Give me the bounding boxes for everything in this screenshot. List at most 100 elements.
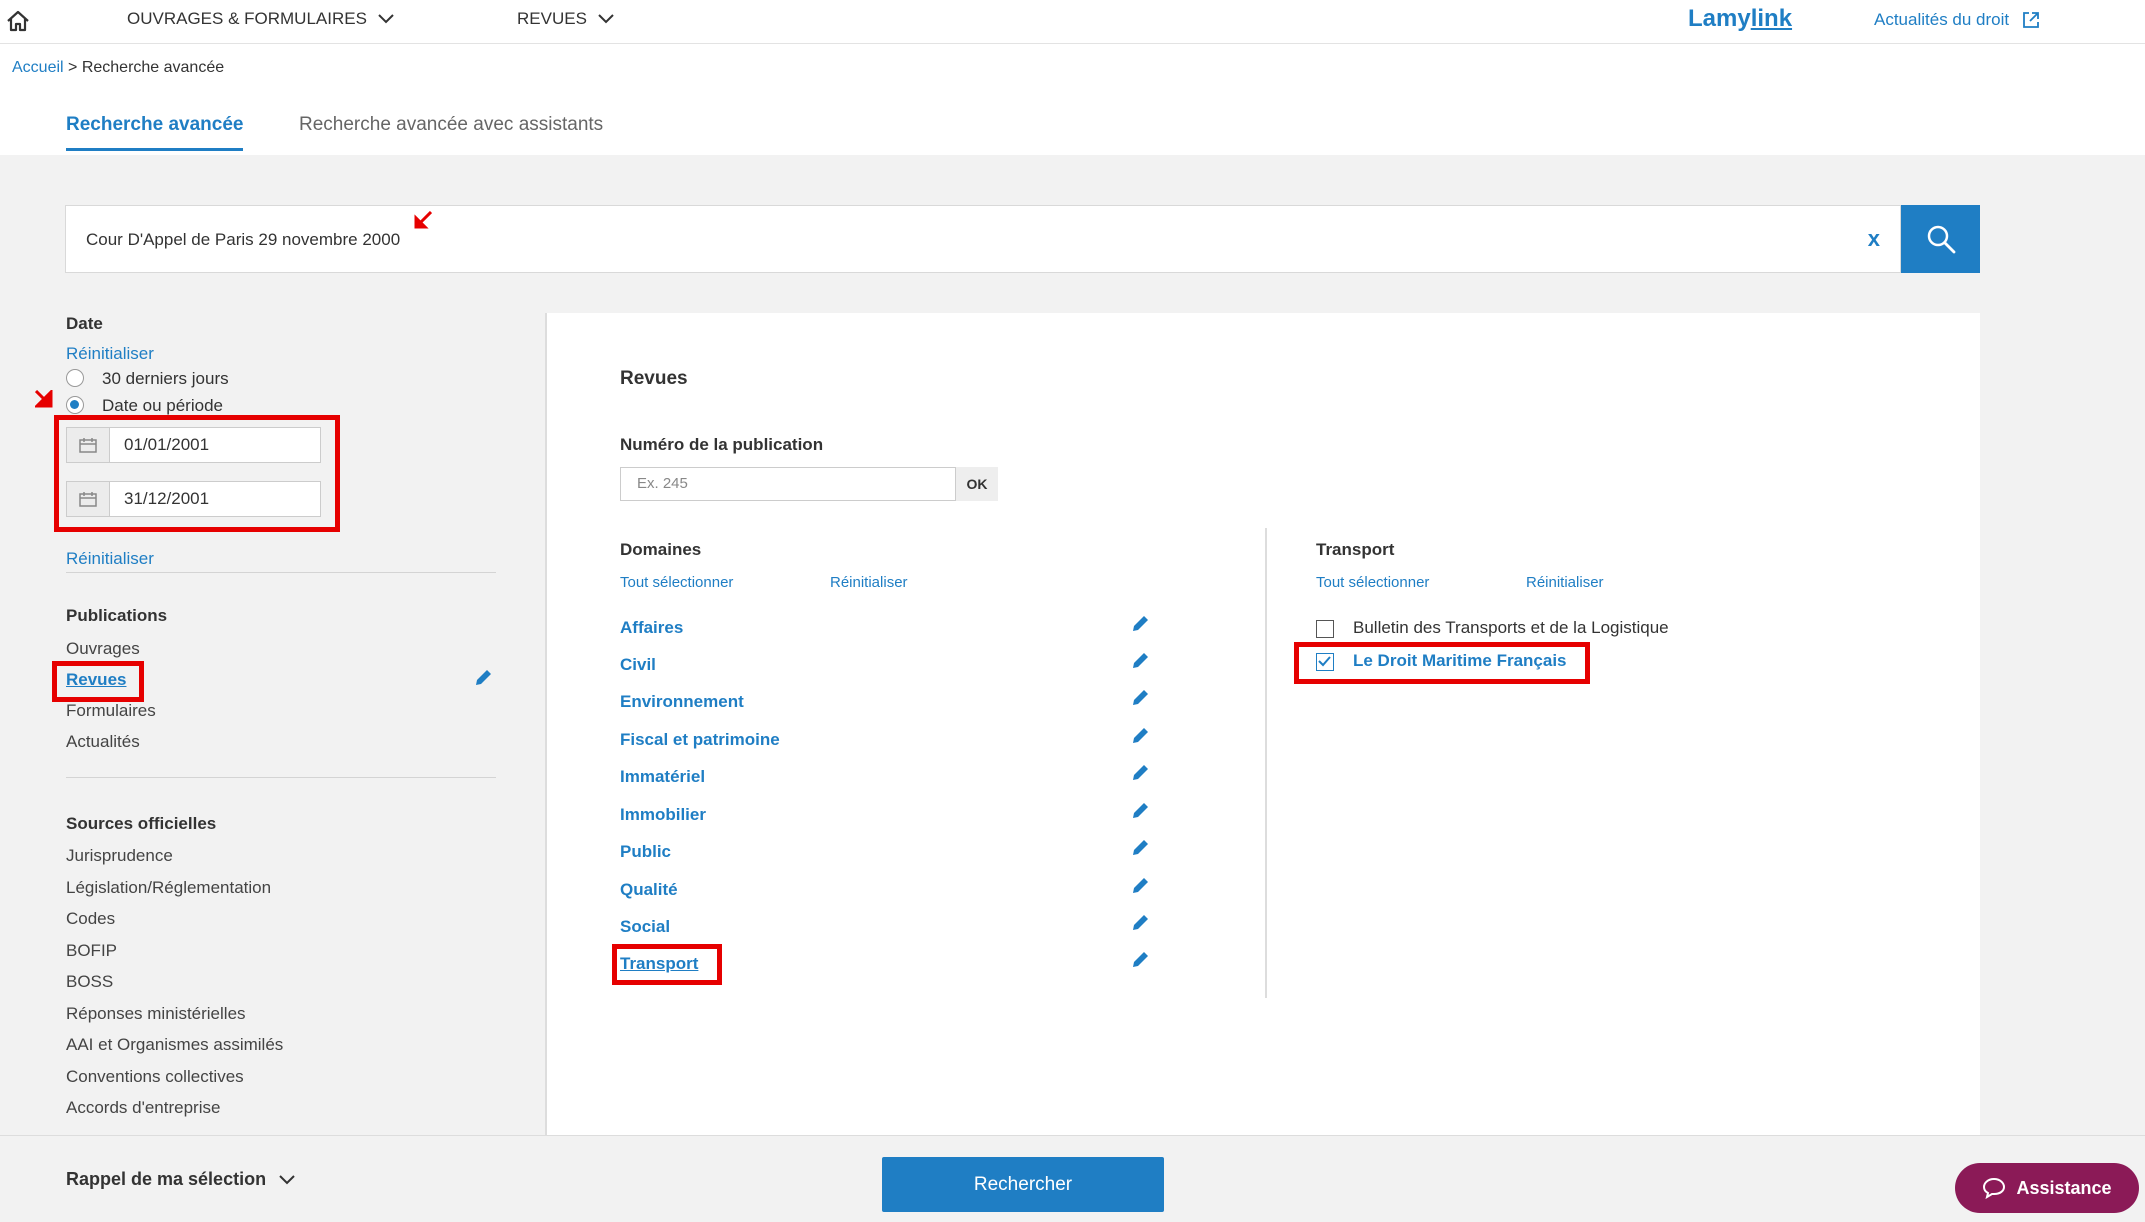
top-navigation: OUVRAGES & FORMULAIRES REVUES Lamylink A… [0, 0, 2145, 44]
source-accords-entreprise[interactable]: Accords d'entreprise [66, 1098, 220, 1118]
pub-number-input[interactable]: Ex. 245 [620, 467, 956, 501]
transport-select-all[interactable]: Tout sélectionner [1316, 574, 1429, 591]
domain-fiscal[interactable]: Fiscal et patrimoine [620, 730, 780, 750]
pencil-icon[interactable] [1129, 800, 1151, 822]
actualites-du-droit-link[interactable]: Actualités du droit [1874, 10, 2041, 30]
rechercher-button[interactable]: Rechercher [882, 1157, 1164, 1212]
red-arrow-annotation [414, 211, 432, 229]
pencil-icon[interactable] [1129, 949, 1151, 971]
domaines-title: Domaines [620, 540, 702, 559]
search-icon [1927, 225, 1955, 254]
pencil-icon[interactable] [1129, 912, 1151, 934]
transport-reset[interactable]: Réinitialiser [1526, 574, 1604, 591]
domain-social[interactable]: Social [620, 917, 670, 937]
breadcrumb: Accueil > Recherche avancée [12, 59, 225, 76]
breadcrumb-current: Recherche avancée [81, 59, 225, 76]
radio-label-date-periode: Date ou période [102, 396, 223, 415]
panel-title: Revues [620, 368, 688, 389]
search-input[interactable]: Cour D'Appel de Paris 29 novembre 2000 x [65, 205, 1901, 273]
chevron-down-icon [378, 14, 394, 24]
source-legislation[interactable]: Législation/Réglementation [66, 878, 271, 898]
breadcrumb-home-link[interactable]: Accueil [12, 59, 64, 76]
pencil-icon[interactable] [1129, 837, 1151, 859]
date-reset-link[interactable]: Réinitialiser [66, 344, 154, 364]
ok-button[interactable]: OK [956, 467, 998, 501]
domain-environnement[interactable]: Environnement [620, 692, 744, 712]
clear-search-button[interactable]: x [1868, 226, 1880, 252]
nav-revues[interactable]: REVUES [517, 9, 615, 29]
checkbox-bulletin-transports[interactable] [1316, 620, 1334, 638]
pub-number-label: Numéro de la publication [620, 435, 824, 454]
pencil-icon[interactable] [472, 667, 494, 689]
radio-date-ou-periode[interactable] [66, 396, 84, 414]
column-divider [1265, 528, 1267, 998]
calendar-icon[interactable] [67, 428, 110, 462]
publications-title: Publications [66, 606, 168, 625]
domaines-reset[interactable]: Réinitialiser [830, 574, 908, 591]
chevron-down-icon [279, 1174, 295, 1184]
pencil-icon[interactable] [1129, 875, 1151, 897]
nav-ouvrages-label: OUVRAGES & FORMULAIRES [127, 9, 367, 28]
source-reponses-ministerielles[interactable]: Réponses ministérielles [66, 1004, 246, 1024]
date-reset-bottom-link[interactable]: Réinitialiser [66, 549, 154, 569]
source-boss[interactable]: BOSS [66, 972, 113, 992]
date-to-field[interactable]: 31/12/2001 [66, 481, 321, 517]
pencil-icon[interactable] [1129, 687, 1151, 709]
pencil-icon[interactable] [1129, 650, 1151, 672]
domain-immobilier[interactable]: Immobilier [620, 805, 706, 825]
date-section-title: Date [66, 314, 103, 333]
domain-qualite[interactable]: Qualité [620, 880, 678, 900]
home-icon[interactable] [5, 8, 33, 36]
assistance-label: Assistance [2016, 1177, 2112, 1198]
domaines-select-all[interactable]: Tout sélectionner [620, 574, 733, 591]
source-bofip[interactable]: BOFIP [66, 941, 117, 961]
rappel-selection-label: Rappel de ma sélection [66, 1169, 267, 1189]
chat-icon [1983, 1177, 2006, 1199]
domain-affaires[interactable]: Affaires [620, 618, 683, 638]
search-query: Cour D'Appel de Paris 29 novembre 2000 [86, 230, 401, 249]
divider [66, 777, 496, 778]
publication-actualites[interactable]: Actualités [66, 732, 140, 752]
lamylink-logo[interactable]: Lamylink [1688, 5, 1792, 33]
tab-recherche-avancee[interactable]: Recherche avancée [66, 114, 244, 151]
journal-droit-maritime: Le Droit Maritime Français [1353, 651, 1567, 670]
date-to-value: 31/12/2001 [124, 489, 210, 508]
sources-officielles-title: Sources officielles [66, 814, 217, 833]
domain-civil[interactable]: Civil [620, 655, 656, 675]
transport-title: Transport [1316, 540, 1395, 559]
red-arrow-annotation [35, 390, 53, 408]
actualites-label: Actualités du droit [1874, 10, 2010, 29]
checkbox-droit-maritime[interactable] [1316, 653, 1334, 671]
domain-public[interactable]: Public [620, 842, 671, 862]
source-aai[interactable]: AAI et Organismes assimilés [66, 1035, 283, 1055]
assistance-button[interactable]: Assistance [1955, 1163, 2139, 1213]
check-icon [1318, 656, 1331, 667]
chevron-down-icon [598, 14, 614, 24]
radio-label-30-jours: 30 derniers jours [102, 369, 229, 388]
search-button[interactable] [1901, 205, 1980, 273]
source-conventions-collectives[interactable]: Conventions collectives [66, 1067, 244, 1087]
date-from-field[interactable]: 01/01/2001 [66, 427, 321, 463]
source-jurisprudence[interactable]: Jurisprudence [66, 846, 173, 866]
publication-revues[interactable]: Revues [66, 670, 126, 690]
radio-30-derniers-jours[interactable] [66, 369, 84, 387]
nav-ouvrages-formulaires[interactable]: OUVRAGES & FORMULAIRES [127, 9, 395, 29]
domain-immateriel[interactable]: Immatériel [620, 767, 705, 787]
pencil-icon[interactable] [1129, 762, 1151, 784]
tab-recherche-avancee-assistants[interactable]: Recherche avancée avec assistants [299, 114, 603, 136]
publication-formulaires[interactable]: Formulaires [66, 701, 156, 721]
bottom-bar: Rappel de ma sélection Rechercher Assist… [0, 1135, 2145, 1222]
source-codes[interactable]: Codes [66, 909, 115, 929]
domain-transport[interactable]: Transport [620, 954, 698, 974]
pencil-icon[interactable] [1129, 725, 1151, 747]
divider [66, 572, 496, 573]
pencil-icon[interactable] [1129, 613, 1151, 635]
revues-panel: Revues Numéro de la publication Ex. 245 … [545, 313, 1980, 1135]
rappel-selection-toggle[interactable]: Rappel de ma sélection [66, 1169, 296, 1190]
date-from-value: 01/01/2001 [124, 435, 210, 454]
publication-ouvrages[interactable]: Ouvrages [66, 639, 140, 659]
external-link-icon [2023, 12, 2040, 28]
journal-bulletin-transports: Bulletin des Transports et de la Logisti… [1353, 618, 1669, 637]
nav-revues-label: REVUES [517, 9, 587, 28]
calendar-icon[interactable] [67, 482, 110, 516]
